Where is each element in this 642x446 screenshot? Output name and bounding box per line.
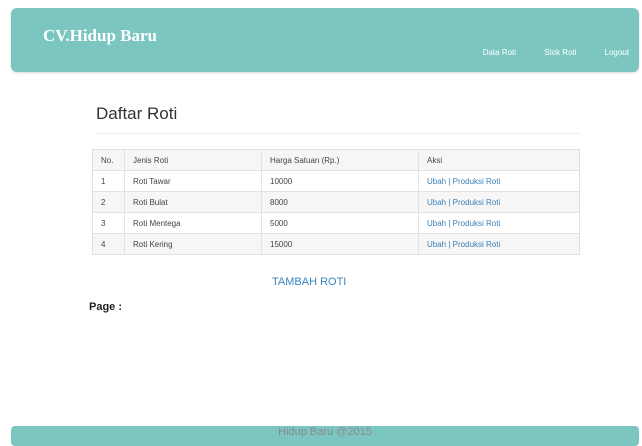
cell-harga: 8000 — [261, 191, 419, 213]
nav-stok-roti[interactable]: Stok Roti — [544, 48, 576, 57]
cell-aksi: Ubah | Produksi Roti — [418, 191, 580, 213]
nav-links: Data Roti Stok Roti Logout — [483, 48, 629, 57]
table-row: 1 Roti Tawar 10000 Ubah | Produksi Roti — [92, 170, 580, 192]
produksi-roti-link[interactable]: Produksi Roti — [453, 177, 501, 186]
page-title: Daftar Roti — [96, 104, 580, 134]
cell-jenis: Roti Kering — [124, 233, 262, 255]
cell-harga: 15000 — [261, 233, 419, 255]
ubah-link[interactable]: Ubah — [427, 240, 446, 249]
cell-no: 4 — [92, 233, 125, 255]
ubah-link[interactable]: Ubah — [427, 177, 446, 186]
produksi-roti-link[interactable]: Produksi Roti — [453, 219, 501, 228]
action-separator: | — [448, 176, 451, 186]
cell-harga: 5000 — [261, 212, 419, 234]
cell-harga: 10000 — [261, 170, 419, 192]
nav-logout[interactable]: Logout — [605, 48, 629, 57]
cell-no: 3 — [92, 212, 125, 234]
action-separator: | — [448, 197, 451, 207]
cell-jenis: Roti Bulat — [124, 191, 262, 213]
table-row: 4 Roti Kering 15000 Ubah | Produksi Roti — [92, 233, 580, 255]
ubah-link[interactable]: Ubah — [427, 198, 446, 207]
column-header-aksi: Aksi — [418, 149, 580, 171]
brand-logo[interactable]: CV.Hidup Baru — [43, 26, 157, 46]
cell-jenis: Roti Mentega — [124, 212, 262, 234]
tambah-roti-button[interactable]: TAMBAH ROTI — [272, 276, 346, 288]
column-header-no: No. — [92, 149, 125, 171]
column-header-harga: Harga Satuan (Rp.) — [261, 149, 419, 171]
pagination-label: Page : — [89, 301, 123, 313]
produksi-roti-link[interactable]: Produksi Roti — [453, 240, 501, 249]
column-header-jenis: Jenis Roti — [124, 149, 262, 171]
cell-no: 1 — [92, 170, 125, 192]
produksi-roti-link[interactable]: Produksi Roti — [453, 198, 501, 207]
main-content: Daftar Roti No. Jenis Roti Harga Satuan … — [89, 100, 580, 255]
cell-aksi: Ubah | Produksi Roti — [418, 212, 580, 234]
nav-data-roti[interactable]: Data Roti — [483, 48, 516, 57]
top-navbar: CV.Hidup Baru Data Roti Stok Roti Logout — [11, 8, 639, 72]
footer-text: Hidup Baru @2015 — [278, 426, 372, 438]
table-row: 3 Roti Mentega 5000 Ubah | Produksi Roti — [92, 212, 580, 234]
cell-aksi: Ubah | Produksi Roti — [418, 233, 580, 255]
footer-bar: Hidup Baru @2015 — [11, 426, 639, 446]
table-header-row: No. Jenis Roti Harga Satuan (Rp.) Aksi — [92, 149, 580, 171]
ubah-link[interactable]: Ubah — [427, 219, 446, 228]
cell-jenis: Roti Tawar — [124, 170, 262, 192]
cell-aksi: Ubah | Produksi Roti — [418, 170, 580, 192]
action-separator: | — [448, 239, 451, 249]
action-separator: | — [448, 218, 451, 228]
roti-table: No. Jenis Roti Harga Satuan (Rp.) Aksi 1… — [92, 149, 580, 255]
table-row: 2 Roti Bulat 8000 Ubah | Produksi Roti — [92, 191, 580, 213]
cell-no: 2 — [92, 191, 125, 213]
